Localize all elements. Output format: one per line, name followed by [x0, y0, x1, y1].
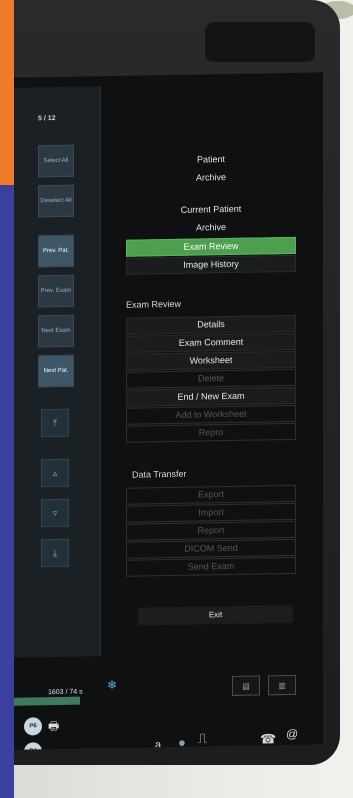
- phone-icon[interactable]: ☎: [260, 731, 276, 747]
- report-icon[interactable]: ▤: [232, 675, 260, 696]
- image-counter: 5 / 12: [38, 115, 56, 123]
- deselect-all-button[interactable]: Deselect All: [38, 184, 74, 218]
- archive-menu: Patient Archive Current Patient Archive …: [126, 153, 296, 577]
- next-patient-button[interactable]: Next Pat.: [38, 354, 74, 388]
- p6-button[interactable]: P6: [24, 717, 42, 736]
- export-button[interactable]: Export: [126, 484, 296, 505]
- purple-accent-strip: [0, 185, 14, 798]
- exam-review-section-label: Exam Review: [126, 298, 182, 310]
- exam-comment-button[interactable]: Exam Comment: [126, 332, 296, 353]
- first-page-icon[interactable]: ⤒: [41, 408, 69, 438]
- down-arrow-icon[interactable]: ▿: [41, 498, 69, 528]
- letter-a-label[interactable]: a: [155, 739, 161, 750]
- menu-exam-review[interactable]: Exam Review: [126, 236, 296, 257]
- network-icon[interactable]: ⎍: [198, 730, 207, 746]
- monitor-screen: 5 / 12 Select All Deselect All Prev. Pat…: [0, 72, 323, 751]
- prev-patient-button[interactable]: Prev. Pat.: [38, 234, 74, 268]
- dicom-send-button[interactable]: DICOM Send: [126, 538, 296, 559]
- camera-bar: [205, 22, 315, 62]
- report-button[interactable]: Report: [126, 520, 296, 541]
- menu-patient-heading[interactable]: Patient: [126, 153, 296, 166]
- menu-current-archive[interactable]: Archive: [126, 221, 296, 234]
- select-all-button[interactable]: Select All: [38, 144, 74, 178]
- end-new-exam-button[interactable]: End / New Exam: [126, 386, 296, 407]
- chart-icon[interactable]: ▥: [268, 674, 296, 696]
- details-button[interactable]: Details: [126, 314, 296, 335]
- next-exam-button[interactable]: Next Exam: [38, 314, 74, 348]
- import-button[interactable]: Import: [126, 502, 296, 523]
- snowflake-icon[interactable]: ❄: [107, 678, 117, 692]
- globe-icon[interactable]: ●: [178, 735, 186, 750]
- worksheet-button[interactable]: Worksheet: [126, 350, 296, 371]
- menu-image-history[interactable]: Image History: [126, 254, 296, 275]
- monitor-bezel: 5 / 12 Select All Deselect All Prev. Pat…: [0, 0, 340, 765]
- p4-button[interactable]: P4: [24, 742, 42, 751]
- add-to-worksheet-button[interactable]: Add to Worksheet: [126, 404, 296, 425]
- at-sign-icon[interactable]: @: [286, 727, 298, 741]
- repro-button[interactable]: Repro: [126, 422, 296, 443]
- orange-accent-strip: [0, 0, 14, 185]
- exit-button[interactable]: Exit: [138, 604, 293, 626]
- send-exam-button[interactable]: Send Exam: [126, 556, 296, 577]
- menu-current-patient[interactable]: Current Patient: [126, 203, 296, 216]
- last-page-icon[interactable]: ⤓: [41, 538, 69, 568]
- prev-exam-button[interactable]: Prev. Exam: [38, 274, 74, 308]
- data-transfer-section-label: Data Transfer: [132, 468, 187, 480]
- menu-archive-heading[interactable]: Archive: [126, 171, 296, 184]
- print-icon[interactable]: 🖶: [48, 717, 59, 738]
- up-arrow-icon[interactable]: ▵: [41, 458, 69, 488]
- time-readout: 1603 / 74 s: [48, 688, 83, 697]
- delete-button[interactable]: Delete: [126, 368, 296, 389]
- left-navigation-panel: 5 / 12 Select All Deselect All Prev. Pat…: [0, 86, 101, 658]
